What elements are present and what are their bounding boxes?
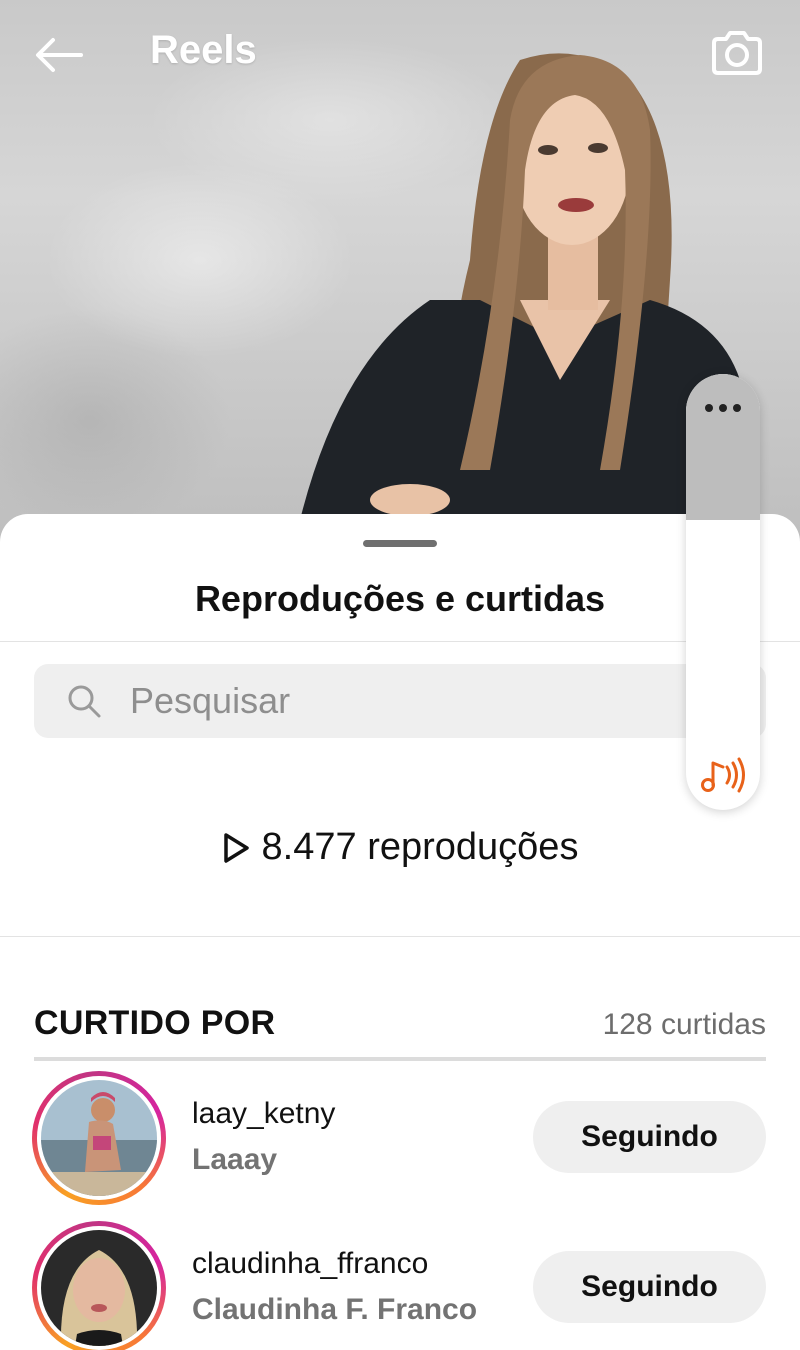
likes-count: 128 curtidas <box>602 1008 766 1041</box>
sheet-drag-handle[interactable] <box>363 540 437 547</box>
following-button[interactable]: Seguindo <box>533 1101 766 1173</box>
back-button[interactable] <box>30 30 86 80</box>
music-sound-icon <box>701 757 745 793</box>
more-options-button[interactable] <box>686 394 760 422</box>
username[interactable]: claudinha_ffranco <box>192 1247 428 1281</box>
list-item[interactable]: claudinha_ffranco Claudinha F. Franco Se… <box>0 1221 800 1350</box>
camera-icon <box>712 31 762 75</box>
floating-audio-widget[interactable] <box>686 374 760 810</box>
plays-count: 8.477 reproduções <box>0 826 800 869</box>
plays-count-text: 8.477 reproduções <box>261 826 579 868</box>
avatar[interactable] <box>32 1221 166 1350</box>
reel-video[interactable]: Reels <box>0 0 800 560</box>
following-button[interactable]: Seguindo <box>533 1251 766 1323</box>
search-input[interactable]: Pesquisar <box>34 664 766 738</box>
avatar-photo <box>41 1230 157 1346</box>
list-item[interactable]: laay_ketny Laaay Seguindo <box>0 1071 800 1211</box>
divider <box>0 641 800 642</box>
plays-and-likes-sheet: Reproduções e curtidas Pesquisar 8.477 r… <box>0 514 800 1350</box>
section-underline <box>34 1057 766 1061</box>
full-name: Claudinha F. Franco <box>192 1293 478 1326</box>
sheet-title: Reproduções e curtidas <box>194 578 606 619</box>
arrow-left-icon <box>36 38 83 72</box>
username[interactable]: laay_ketny <box>192 1097 335 1131</box>
liked-by-title: CURTIDO POR <box>34 1004 276 1042</box>
play-icon <box>222 831 252 865</box>
divider <box>0 936 800 937</box>
search-icon <box>64 681 104 721</box>
more-dots-icon <box>705 404 741 412</box>
audio-toggle-button[interactable] <box>686 750 760 800</box>
avatar-photo <box>41 1080 157 1196</box>
reels-header: Reels <box>0 0 800 110</box>
avatar[interactable] <box>32 1071 166 1205</box>
liked-by-header: CURTIDO POR 128 curtidas <box>34 1004 766 1043</box>
full-name: Laaay <box>192 1143 278 1176</box>
camera-button[interactable] <box>708 26 766 80</box>
page-title: Reels <box>150 28 257 72</box>
search-placeholder: Pesquisar <box>130 680 291 721</box>
